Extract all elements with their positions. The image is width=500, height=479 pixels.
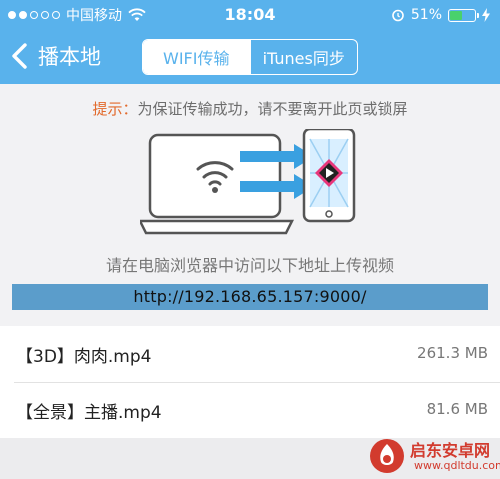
- watermark: 启东安卓网 www.qdltdu.com: [368, 435, 500, 477]
- watermark-text: 启东安卓网: [410, 441, 491, 460]
- file-size: 261.3 MB: [417, 344, 488, 362]
- wifi-upload-panel: 提示：为保证传输成功，请不要离开此页或锁屏 请在电脑浏览器中访问以下地址上传视频…: [0, 84, 500, 320]
- alarm-icon: [392, 9, 404, 22]
- battery-icon: [448, 8, 479, 22]
- back-label: 播本地: [38, 45, 101, 69]
- status-right: 51%: [391, 6, 490, 24]
- watermark-url: www.qdltdu.com: [414, 459, 500, 472]
- chevron-left-icon: [12, 43, 27, 69]
- battery-level: [450, 10, 463, 20]
- file-name: 【全景】主播.mp4: [16, 403, 162, 423]
- charging-icon: [482, 8, 490, 22]
- tip-prefix: 提示：: [92, 100, 138, 118]
- battery-percent: 51%: [410, 7, 442, 23]
- tab-itunes-sync[interactable]: iTunes同步: [249, 40, 358, 74]
- back-button[interactable]: 播本地: [10, 40, 101, 72]
- upload-url[interactable]: http://192.168.65.157:9000/: [12, 284, 488, 310]
- nav-bar: 播本地 WIFI传输 iTunes同步: [0, 30, 500, 84]
- upload-instruction: 请在电脑浏览器中访问以下地址上传视频: [105, 256, 394, 275]
- file-name: 【3D】肉肉.mp4: [16, 347, 152, 367]
- list-item[interactable]: 【3D】肉肉.mp4 261.3 MB: [0, 326, 500, 382]
- list-item[interactable]: 【全景】主播.mp4 81.6 MB: [0, 382, 500, 438]
- status-bar: 中国移动 18:04 51%: [0, 0, 500, 30]
- tip-message: 提示：为保证传输成功，请不要离开此页或锁屏: [0, 98, 500, 119]
- watermark-logo-icon: [370, 439, 404, 473]
- tip-text: 为保证传输成功，请不要离开此页或锁屏: [137, 100, 408, 118]
- tab-wifi-transfer[interactable]: WIFI传输: [143, 40, 250, 74]
- video-file-list: 【3D】肉肉.mp4 261.3 MB 【全景】主播.mp4 81.6 MB: [0, 326, 500, 438]
- file-size: 81.6 MB: [426, 400, 488, 418]
- transfer-mode-segmented-control: WIFI传输 iTunes同步: [142, 39, 358, 75]
